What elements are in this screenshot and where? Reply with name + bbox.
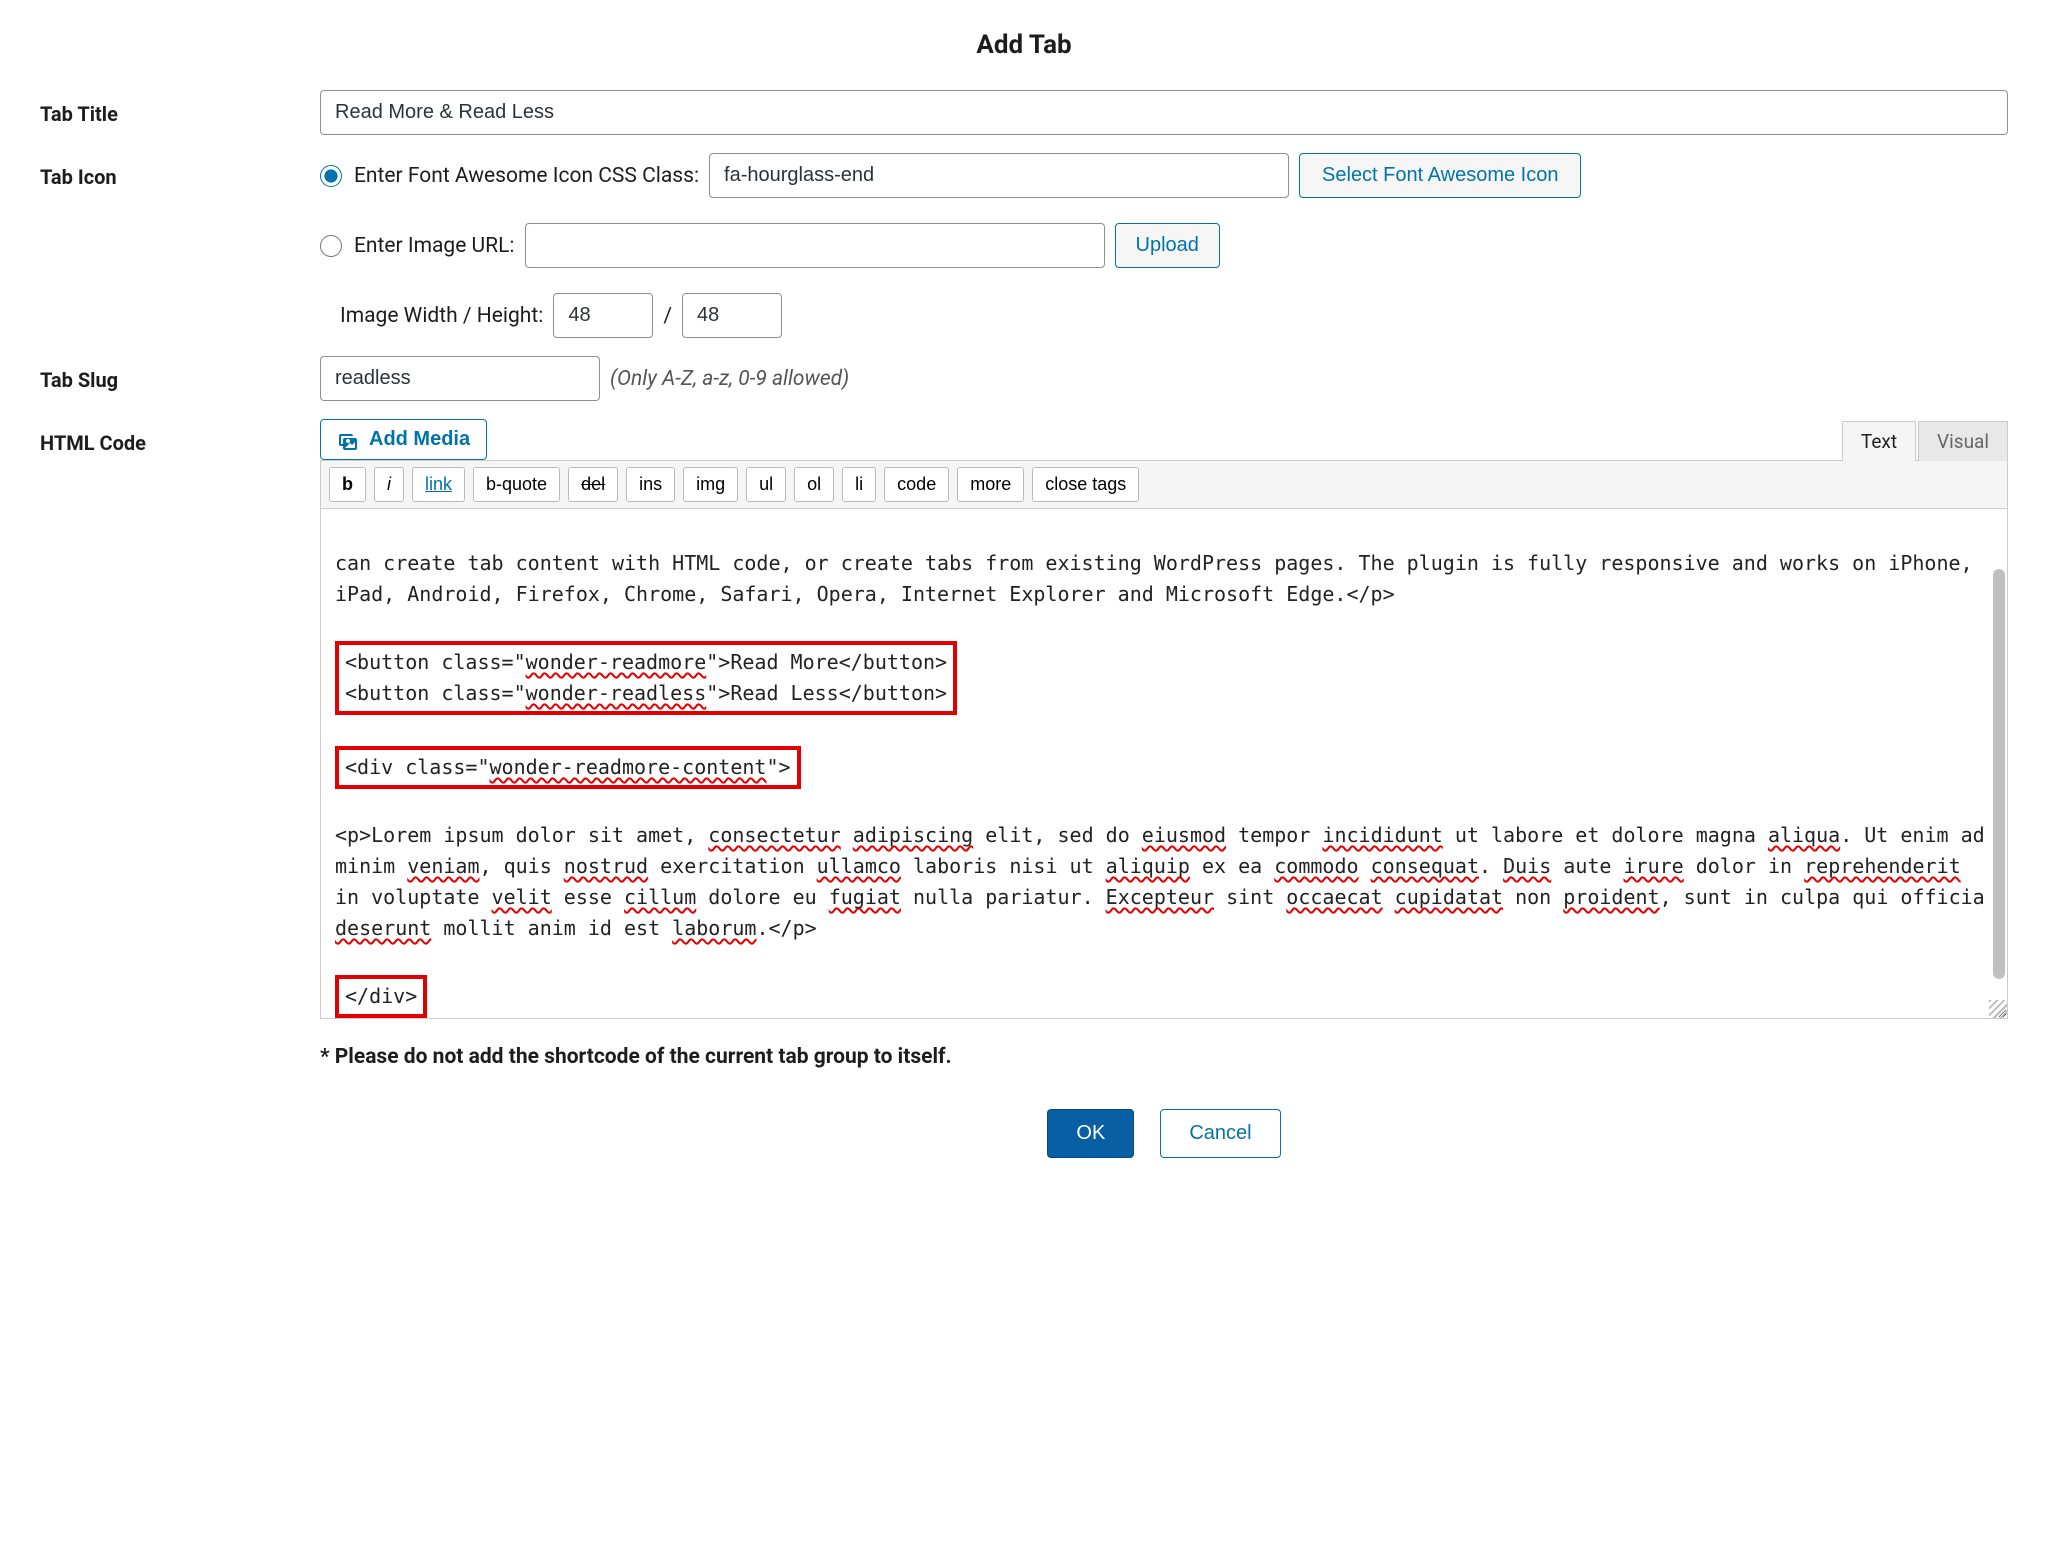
tb-bquote[interactable]: b-quote xyxy=(473,467,560,502)
tb-i[interactable]: i xyxy=(374,467,404,502)
fa-class-input[interactable] xyxy=(709,153,1289,198)
tb-more[interactable]: more xyxy=(957,467,1024,502)
highlight-readmore-div-open: <div class="wonder-readmore-content"> xyxy=(335,746,801,789)
add-media-button[interactable]: Add Media xyxy=(320,419,487,460)
code-text: <div class=" xyxy=(345,755,490,779)
tab-slug-input[interactable] xyxy=(320,356,600,401)
tb-code[interactable]: code xyxy=(884,467,949,502)
tb-closetags[interactable]: close tags xyxy=(1032,467,1139,502)
ok-button[interactable]: OK xyxy=(1047,1109,1134,1158)
code-text: wonder-readless xyxy=(526,681,707,705)
tb-del[interactable]: del xyxy=(568,467,618,502)
img-radio[interactable] xyxy=(320,235,342,257)
media-icon xyxy=(337,430,361,450)
fa-radio[interactable] xyxy=(320,165,342,187)
resize-handle[interactable] xyxy=(1989,1000,2007,1018)
image-dim-label: Image Width / Height: xyxy=(340,304,543,328)
code-text: wonder-readmore xyxy=(526,650,707,674)
dialog-title: Add Tab xyxy=(40,30,2008,60)
tab-text[interactable]: Text xyxy=(1842,421,1916,461)
html-code-label: HTML Code xyxy=(40,419,320,455)
tb-ins[interactable]: ins xyxy=(626,467,675,502)
slug-hint: (Only A-Z, a-z, 0-9 allowed) xyxy=(610,367,849,391)
cancel-button[interactable]: Cancel xyxy=(1160,1109,1280,1158)
add-media-label: Add Media xyxy=(369,428,470,451)
tab-title-label: Tab Title xyxy=(40,90,320,126)
image-url-input[interactable] xyxy=(525,223,1105,268)
shortcode-warning: * Please do not add the shortcode of the… xyxy=(320,1045,2008,1069)
code-text: </div> xyxy=(345,984,417,1008)
html-code-editor[interactable]: can create tab content with HTML code, o… xyxy=(320,509,2008,1019)
highlight-readmore-div-close: </div> xyxy=(335,975,427,1018)
tb-ol[interactable]: ol xyxy=(794,467,834,502)
dim-slash: / xyxy=(663,304,672,328)
code-lorem: <p>Lorem ipsum dolor sit amet, consectet… xyxy=(335,823,1997,940)
editor-line-truncated: can create tab content with HTML code, o… xyxy=(335,551,1985,606)
code-text: <button class=" xyxy=(345,681,526,705)
code-text: "> xyxy=(766,755,790,779)
highlight-readmore-buttons: <button class="wonder-readmore">Read Mor… xyxy=(335,641,957,715)
tab-slug-label: Tab Slug xyxy=(40,356,320,392)
select-fa-icon-button[interactable]: Select Font Awesome Icon xyxy=(1299,153,1581,198)
tb-li[interactable]: li xyxy=(842,467,876,502)
tb-ul[interactable]: ul xyxy=(746,467,786,502)
tab-visual[interactable]: Visual xyxy=(1918,421,2008,461)
code-text: <button class=" xyxy=(345,650,526,674)
image-height-input[interactable] xyxy=(682,293,782,338)
upload-button[interactable]: Upload xyxy=(1115,223,1220,268)
image-width-input[interactable] xyxy=(553,293,653,338)
fa-radio-label: Enter Font Awesome Icon CSS Class: xyxy=(354,164,699,188)
tb-b[interactable]: b xyxy=(329,467,366,502)
scrollbar[interactable] xyxy=(1993,569,2005,989)
tab-icon-label: Tab Icon xyxy=(40,153,320,189)
code-text: ">Read Less</button> xyxy=(706,681,947,705)
code-text: wonder-readmore-content xyxy=(490,755,767,779)
img-radio-label: Enter Image URL: xyxy=(354,234,515,258)
code-text: ">Read More</button> xyxy=(706,650,947,674)
editor-toolbar: b i link b-quote del ins img ul ol li co… xyxy=(320,460,2008,509)
tb-img[interactable]: img xyxy=(683,467,738,502)
tab-title-input[interactable] xyxy=(320,90,2008,135)
tb-link[interactable]: link xyxy=(412,467,465,502)
